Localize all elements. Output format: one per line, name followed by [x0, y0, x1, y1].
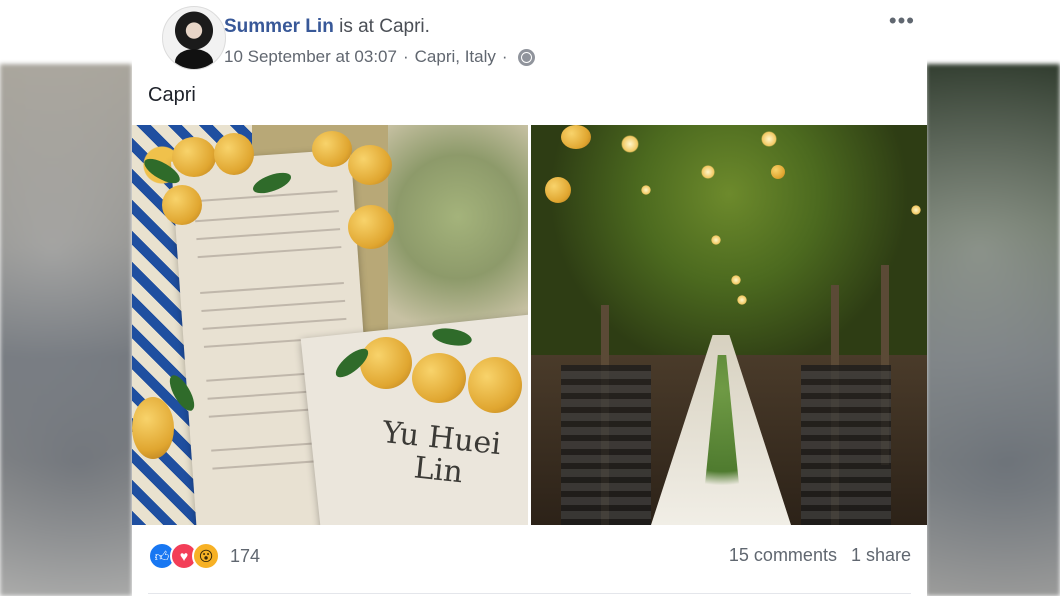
location-link[interactable]: Capri, Italy: [415, 47, 496, 67]
reactions-summary[interactable]: 👍︎ ♥ 😮︎ 174: [148, 542, 260, 570]
lemon-decoration: [348, 145, 392, 185]
hanging-light: [761, 131, 777, 147]
avatar[interactable]: [162, 6, 226, 70]
globe-icon[interactable]: [517, 48, 535, 66]
lemon-decoration: [172, 137, 216, 177]
hanging-light: [731, 275, 741, 285]
meta-separator-2: ·: [501, 47, 508, 66]
lemon-decoration: [348, 205, 394, 249]
photo-dinner-table[interactable]: [531, 125, 927, 525]
author-name-link[interactable]: Summer Lin: [224, 16, 334, 37]
hanging-light: [711, 235, 721, 245]
post-header: Summer Lin is at Capri. 10 September at …: [146, 6, 927, 70]
timestamp-link[interactable]: 10 September at 03:07: [224, 47, 397, 67]
lemon-decoration: [162, 185, 202, 225]
hanging-light: [737, 295, 747, 305]
lemon-decoration: [214, 133, 254, 175]
post-stats: 15 comments 1 share: [729, 545, 911, 566]
shares-count-link[interactable]: 1 share: [851, 545, 911, 566]
lemon-decoration: [468, 357, 522, 413]
lemon-decoration: [312, 131, 352, 167]
hanging-light: [701, 165, 715, 179]
post-card: Summer Lin is at Capri. 10 September at …: [132, 0, 927, 596]
lemon-decoration: [561, 125, 591, 149]
footer-divider: [148, 593, 911, 594]
post-text: Capri: [148, 84, 196, 106]
more-options-icon[interactable]: •••: [889, 10, 915, 32]
wow-icon: 😮︎: [192, 542, 220, 570]
lemon-decoration: [545, 177, 571, 203]
lemon-decoration: [132, 397, 174, 459]
hanging-light: [641, 185, 651, 195]
post-meta: 10 September at 03:07 · Capri, Italy ·: [224, 47, 535, 67]
chair-row-left: [561, 365, 651, 525]
meta-separator: ·: [402, 47, 409, 66]
background-blur-left: [0, 64, 132, 596]
chair-row-right: [801, 365, 891, 525]
lemon-decoration: [360, 337, 412, 389]
photo-grid: Yu Huei Lin: [132, 125, 927, 525]
hanging-light: [911, 205, 921, 215]
hanging-light: [621, 135, 639, 153]
post-footer: 👍︎ ♥ 😮︎ 174 15 comments 1 share: [132, 525, 927, 596]
check-in-text: is at Capri.: [339, 16, 430, 37]
lemon-decoration: [412, 353, 466, 403]
author-line: Summer Lin is at Capri.: [224, 16, 430, 38]
lemon-decoration: [771, 165, 785, 179]
reaction-count[interactable]: 174: [230, 546, 260, 567]
photo-menu-card[interactable]: Yu Huei Lin: [132, 125, 528, 525]
comments-count-link[interactable]: 15 comments: [729, 545, 837, 566]
lemon-tree-canopy: [531, 125, 927, 355]
background-blur-right: [926, 64, 1060, 596]
